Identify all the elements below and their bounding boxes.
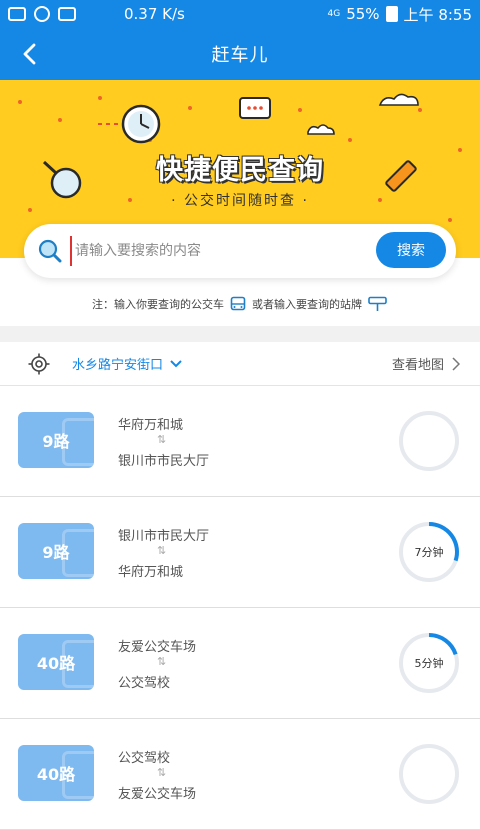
network-type: 4G [327, 9, 341, 19]
search-hint: 注：输入你要查询的公交车 或者输入要查询的站牌 [0, 296, 480, 312]
eta-label: 5分钟 [414, 657, 444, 670]
clock-illustration [96, 104, 161, 144]
search-icon [36, 237, 64, 265]
battery-percent: 55% [346, 5, 380, 23]
swap-direction-icon: ⇅ [157, 655, 167, 668]
status-bar: 0.37 K/s 4G 55% 上午 8:55 [0, 0, 480, 28]
route-number-badge: 9路 [18, 412, 94, 468]
chevron-right-icon [452, 356, 460, 371]
swap-direction-icon: ⇅ [157, 433, 167, 446]
end-stop: 公交驾校 [118, 676, 171, 691]
start-stop: 公交驾校 [118, 751, 171, 766]
clock: 上午 8:55 [403, 5, 472, 24]
swap-direction-icon: ⇅ [157, 766, 167, 779]
bus-icon [230, 296, 246, 311]
location-name: 水乡路宁安街口 [72, 358, 164, 373]
view-map-label: 查看地图 [391, 358, 444, 373]
start-stop: 华府万和城 [118, 418, 184, 433]
route-number: 9路 [42, 543, 70, 562]
bus-stop-sign-icon [368, 296, 387, 311]
hint-bus-text: 注：输入你要查询的公交车 [92, 298, 224, 311]
view-map-link[interactable]: 查看地图 [392, 354, 460, 373]
start-stop: 友爱公交车场 [118, 640, 197, 655]
eta-label [398, 743, 460, 805]
route-number-badge: 9路 [18, 523, 94, 579]
route-number: 9路 [42, 432, 70, 451]
cloud-icon [34, 6, 50, 22]
eta-label [398, 410, 460, 472]
swap-direction-icon: ⇅ [157, 544, 167, 557]
search-input[interactable] [70, 236, 360, 266]
chevron-left-icon [23, 43, 36, 65]
message-icon [8, 7, 26, 21]
route-card[interactable]: 40路 友爱公交车场 ⇅ 公交驾校 5分钟 [0, 608, 480, 719]
route-number: 40路 [36, 654, 76, 673]
search-button[interactable]: 搜索 [376, 232, 446, 268]
route-card[interactable]: 40路 公交驾校 ⇅ 友爱公交车场 [0, 719, 480, 830]
route-card[interactable]: 9路 华府万和城 ⇅ 银川市市民大厅 [0, 386, 480, 497]
search-bar: 搜索 [24, 224, 456, 278]
end-stop: 银川市市民大厅 [118, 454, 210, 469]
image-icon [58, 7, 76, 21]
chat-bubble-illustration [239, 97, 271, 119]
route-card[interactable]: 9路 银川市市民大厅 ⇅ 华府万和城 7分钟 [0, 497, 480, 608]
eta-label: 7分钟 [414, 546, 444, 559]
route-number: 40路 [36, 765, 76, 784]
back-button[interactable] [12, 36, 48, 72]
route-number-badge: 40路 [18, 634, 94, 690]
location-selector[interactable]: 水乡路宁安街口 [72, 354, 183, 373]
route-number-badge: 40路 [18, 745, 94, 801]
section-divider [0, 326, 480, 342]
page-title: 赶车儿 [211, 45, 269, 66]
app-header: 赶车儿 [0, 28, 480, 80]
banner-subtitle: · 公交时间随时查 · [171, 193, 309, 209]
end-stop: 华府万和城 [118, 565, 184, 580]
locate-icon[interactable] [28, 353, 50, 375]
network-speed: 0.37 K/s [124, 5, 185, 23]
battery-icon [385, 6, 398, 22]
hint-stop-text: 或者输入要查询的站牌 [252, 298, 362, 311]
banner-title: 快捷便民查询 [156, 155, 324, 186]
chevron-down-icon [170, 359, 182, 367]
route-list: 9路 华府万和城 ⇅ 银川市市民大厅 9路 银川市市民大厅 ⇅ 华府万和城 7分… [0, 386, 480, 830]
start-stop: 银川市市民大厅 [118, 529, 210, 544]
end-stop: 友爱公交车场 [118, 787, 197, 802]
current-location-row: 水乡路宁安街口 查看地图 [0, 342, 480, 386]
